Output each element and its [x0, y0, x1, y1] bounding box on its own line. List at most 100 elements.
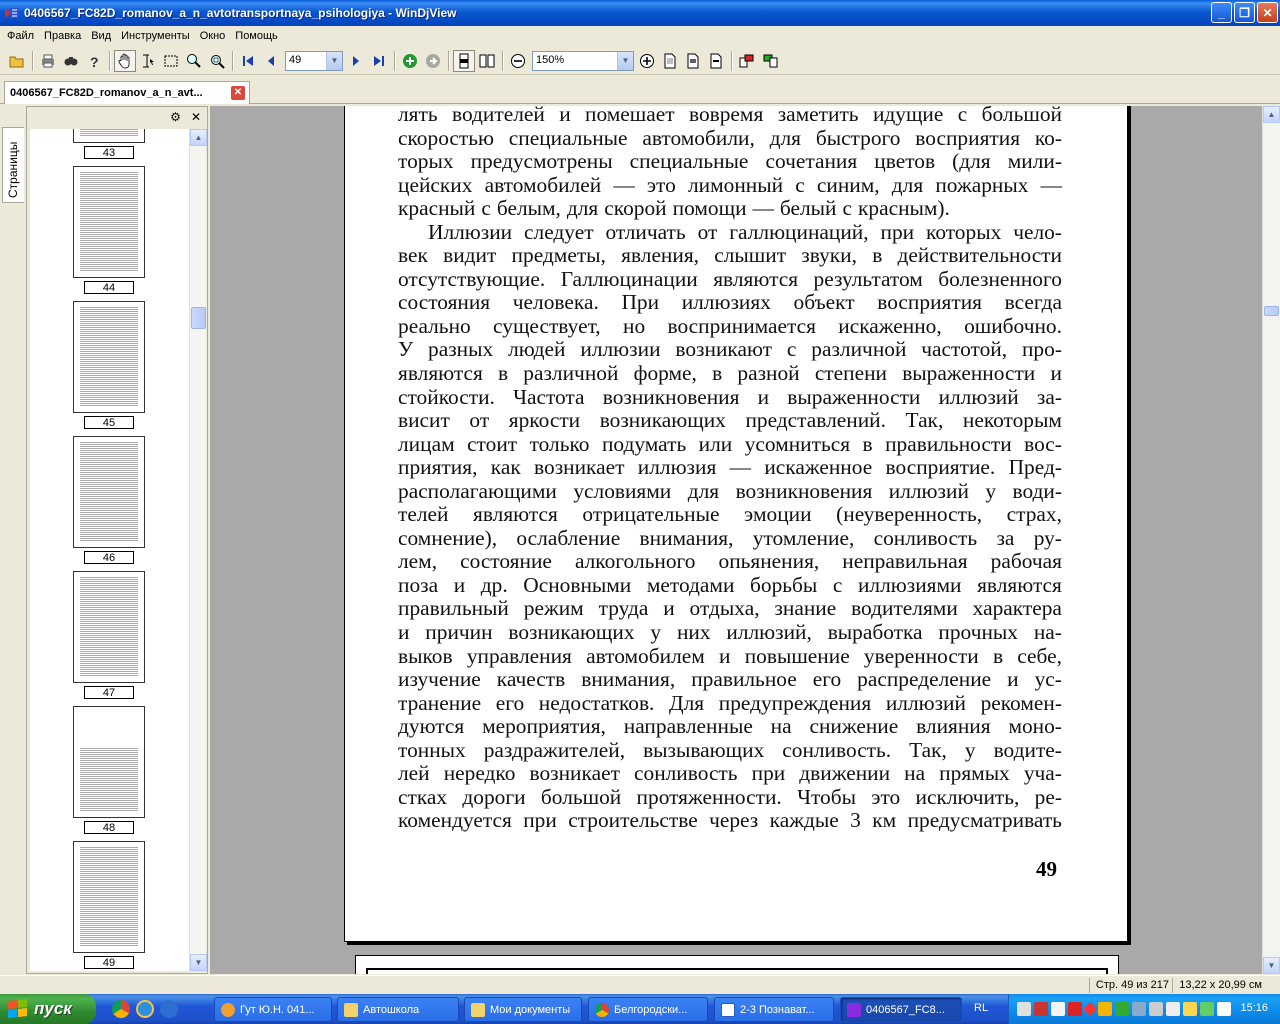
tray-icon[interactable] [1200, 1002, 1214, 1016]
tray-icon[interactable] [1098, 1002, 1112, 1016]
text-line: транение его недостатков. Для предупреждения… [398, 690, 1062, 715]
back-button[interactable] [399, 50, 421, 72]
taskbar-button[interactable]: Мои документы [464, 997, 582, 1022]
single-page-button[interactable] [453, 49, 475, 72]
minimize-button[interactable]: _ [1211, 2, 1232, 23]
scroll-down-icon[interactable]: ▼ [1263, 957, 1280, 974]
tray-icon[interactable] [1082, 1001, 1098, 1017]
find-button[interactable] [60, 50, 82, 72]
tray-icon[interactable] [1115, 1002, 1129, 1016]
close-icon[interactable]: ✕ [191, 110, 201, 124]
page-text: лять водителей и помешает вовремя заметить иду… [398, 106, 1062, 833]
prev-page-button[interactable] [260, 50, 282, 72]
thumbnail-page[interactable]: 48 [73, 706, 145, 834]
scroll-up-icon[interactable]: ▲ [190, 129, 207, 146]
fit-page-button[interactable] [659, 50, 681, 72]
zoom-in-button[interactable] [636, 50, 658, 72]
chrome-icon[interactable] [112, 1000, 130, 1018]
thumbnails-list[interactable]: 43 44 45 46 47 48 49 [30, 129, 190, 971]
last-page-button[interactable] [368, 50, 390, 72]
start-button[interactable]: пуск [0, 994, 96, 1024]
tray-icon[interactable] [1051, 1002, 1065, 1016]
thumbnail-page[interactable]: 49 [73, 841, 145, 969]
fit-width-button[interactable] [682, 50, 704, 72]
tray-icon[interactable] [1034, 1002, 1048, 1016]
zoom-tool-button[interactable] [183, 50, 205, 72]
actual-size-button[interactable] [705, 50, 727, 72]
thumbnail-page-number: 45 [84, 416, 134, 429]
thumbnail-image [73, 571, 145, 683]
tray-icon[interactable] [1166, 1002, 1180, 1016]
tray-icon[interactable] [1017, 1002, 1031, 1016]
text-select-button[interactable] [137, 50, 159, 72]
tray-icon[interactable] [1068, 1002, 1082, 1016]
language-indicator[interactable]: RL [974, 1002, 988, 1014]
gear-icon[interactable]: ⚙ [170, 110, 181, 124]
thumbnail-page[interactable]: 45 [73, 301, 145, 429]
volume-icon[interactable] [1183, 1002, 1197, 1016]
first-page-button[interactable] [237, 50, 259, 72]
tray-icon[interactable] [1132, 1002, 1146, 1016]
menu-file[interactable]: Файл [2, 30, 39, 42]
clock[interactable]: 15:16 [1240, 1002, 1268, 1014]
tray-icon[interactable] [1217, 1002, 1231, 1016]
status-bar: Стр. 49 из 217 13,22 x 20,99 см [0, 975, 1280, 994]
text-line: лем, состояние алкогольного опьянения, непра… [398, 549, 1062, 574]
document-tab[interactable]: 0406567_FC82D_romanov_a_n_avt... ✕ [4, 81, 250, 104]
find-icon [64, 56, 78, 65]
rotate-right-button[interactable] [759, 50, 781, 72]
two-page-button[interactable] [476, 50, 498, 72]
taskbar-button[interactable]: Автошкола [337, 997, 459, 1022]
next-page-button[interactable] [345, 50, 367, 72]
scroll-down-icon[interactable]: ▼ [190, 954, 207, 971]
taskbar-button[interactable]: 2-3 Познават... [714, 997, 834, 1022]
print-button[interactable] [37, 50, 59, 72]
scrollbar-thumb[interactable] [191, 307, 206, 329]
text-line: Иллюзии следует отличать от галлюцинаций, при… [428, 219, 1062, 244]
document-page: лять водителей и помешает вовремя заметить иду… [344, 106, 1128, 942]
thumbnail-page[interactable]: 43 [73, 129, 145, 159]
thumbnail-page[interactable]: 47 [73, 571, 145, 699]
tab-close-icon[interactable]: ✕ [231, 86, 245, 100]
chevron-down-icon[interactable]: ▼ [326, 51, 342, 70]
close-button[interactable]: ✕ [1257, 2, 1278, 23]
open-button[interactable] [6, 50, 28, 72]
thumbnails-scrollbar[interactable]: ▲ ▼ [189, 129, 207, 971]
chevron-down-icon[interactable]: ▼ [617, 51, 633, 70]
thumbnail-page[interactable]: 44 [73, 166, 145, 294]
rotate-left-button[interactable] [736, 50, 758, 72]
taskbar-button-active[interactable]: 0406567_FC8... [840, 997, 962, 1022]
ie-icon[interactable] [136, 1000, 154, 1018]
page-number-combo[interactable]: 49 ▼ [285, 50, 343, 71]
zoom-rect-icon [211, 54, 225, 69]
title-bar[interactable]: 0406567_FC82D_romanov_a_n_avtotransportn… [0, 0, 1280, 26]
taskbar-button[interactable]: Белгородски... [588, 997, 708, 1022]
fit-page-icon [664, 53, 676, 68]
scrollbar-thumb[interactable] [1264, 306, 1279, 316]
document-scrollbar[interactable]: ▲ ▼ [1262, 106, 1280, 974]
help-button[interactable]: ? [83, 50, 105, 72]
menu-tools[interactable]: Инструменты [116, 30, 195, 42]
menu-edit[interactable]: Правка [39, 30, 86, 42]
zoom-icon [187, 53, 201, 68]
taskbar-button[interactable]: Гут Ю.Н. 041... [214, 997, 332, 1022]
tray-icon[interactable] [1149, 1002, 1163, 1016]
scroll-up-icon[interactable]: ▲ [1263, 106, 1280, 123]
explorer-icon[interactable] [160, 1000, 178, 1018]
thumbnail-page[interactable]: 46 [73, 436, 145, 564]
maximize-button[interactable]: ❐ [1234, 2, 1255, 23]
forward-icon [426, 53, 440, 68]
thumbnail-image [73, 129, 145, 143]
zoom-rect-button[interactable] [206, 50, 228, 72]
menu-window[interactable]: Окно [195, 30, 231, 42]
zoom-combo[interactable]: 150% ▼ [532, 50, 634, 71]
menu-view[interactable]: Вид [86, 30, 116, 42]
pages-side-tab[interactable]: Страницы [2, 127, 24, 203]
hand-tool-button[interactable] [114, 49, 136, 72]
zoom-out-button[interactable] [507, 50, 529, 72]
menu-help[interactable]: Помощь [230, 30, 283, 42]
document-view[interactable]: лять водителей и помешает вовремя заметить иду… [210, 106, 1262, 974]
document-icon [721, 1002, 735, 1017]
rect-select-button[interactable] [160, 50, 182, 72]
forward-button[interactable] [422, 50, 444, 72]
